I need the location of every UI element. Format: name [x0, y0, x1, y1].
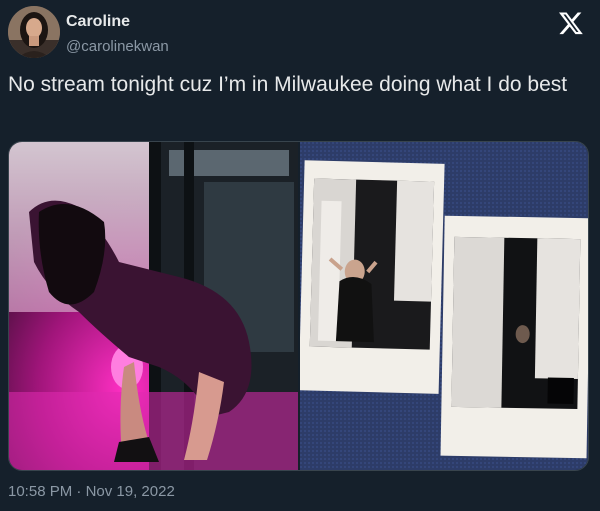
media-grid[interactable]	[8, 141, 589, 471]
photo-polaroids[interactable]	[300, 142, 588, 470]
timestamp-separator: ·	[76, 483, 82, 500]
tweet-timestamp[interactable]: 10:58 PM · Nov 19, 2022	[8, 483, 175, 500]
tweet-header: Caroline @carolinekwan	[8, 6, 592, 62]
tweet-time: 10:58 PM	[8, 483, 73, 500]
photo-pink-lights[interactable]	[9, 142, 298, 470]
author-display-name[interactable]: Caroline	[66, 12, 169, 32]
tweet-text: No stream tonight cuz I’m in Milwaukee d…	[8, 73, 568, 96]
author-handle[interactable]: @carolinekwan	[66, 37, 169, 57]
author-names: Caroline @carolinekwan	[66, 12, 169, 57]
avatar[interactable]	[8, 6, 60, 58]
x-logo-icon[interactable]	[558, 10, 584, 36]
tweet-date: Nov 19, 2022	[85, 483, 175, 500]
